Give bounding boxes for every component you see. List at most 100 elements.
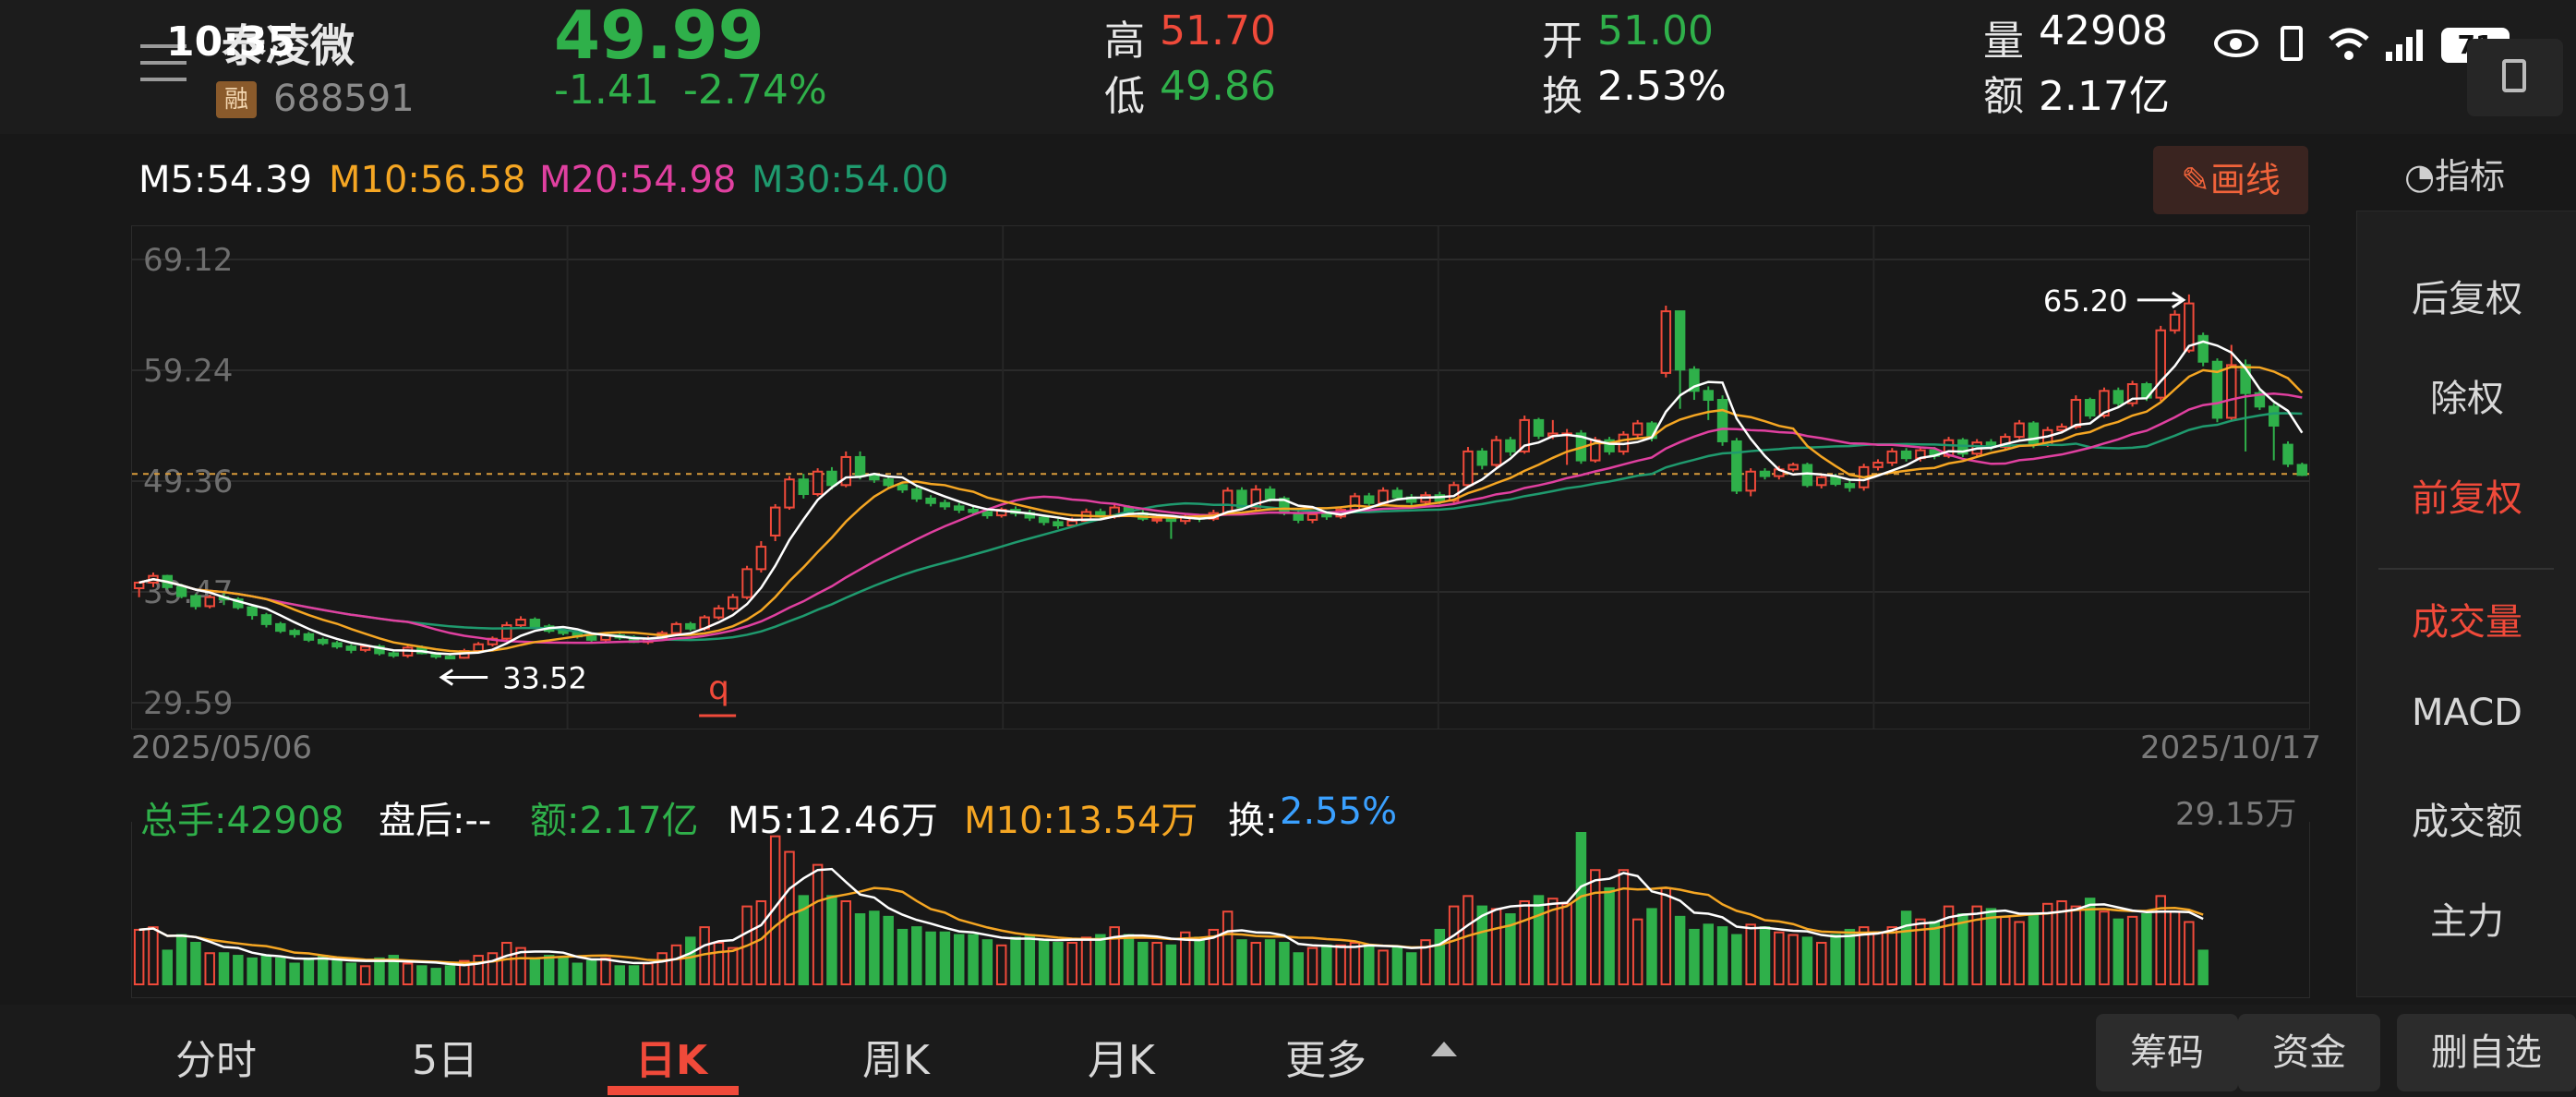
- candle-body: [1886, 450, 1898, 464]
- candle-body: [247, 606, 258, 617]
- volume-bar: [1405, 952, 1417, 985]
- volume-bar: [1264, 939, 1276, 986]
- stock-header: 10:35 泰凌微 融 688591 49.99 -1.41 -2.74% 高 …: [0, 0, 2576, 134]
- panel-item-6[interactable]: 主力: [2357, 891, 2576, 945]
- candle-body: [1463, 450, 1474, 487]
- candle-body: [303, 633, 315, 641]
- volume-bar: [670, 944, 682, 985]
- current-price: 49.99: [554, 0, 764, 74]
- candle-body: [2113, 390, 2125, 404]
- volume-bar: [487, 952, 499, 985]
- volume-bar: [1250, 941, 1262, 985]
- volume-bar: [1194, 936, 1205, 985]
- volume-bar: [260, 955, 272, 986]
- panel-item-1[interactable]: 除权: [2357, 368, 2576, 422]
- min-price-label: 33.52: [502, 661, 587, 696]
- volume-bar: [1759, 926, 1771, 985]
- candle-body: [190, 595, 201, 608]
- tab-1[interactable]: 5日: [412, 1027, 478, 1086]
- candle-body: [1306, 512, 1318, 521]
- active-tab-underline: [608, 1086, 739, 1095]
- tab-2[interactable]: 日K: [635, 1027, 707, 1086]
- candle-body: [1222, 489, 1234, 514]
- volume-bar: [374, 957, 385, 986]
- volume-bar: [1066, 941, 1077, 985]
- panel-item-0[interactable]: 后复权: [2357, 269, 2576, 322]
- volume-bar: [416, 965, 427, 985]
- volume-bar: [2197, 949, 2209, 985]
- volume-bar: [501, 941, 512, 985]
- candle-body: [444, 656, 456, 660]
- candle-body: [1674, 310, 1686, 371]
- volume-bar: [1788, 934, 1799, 985]
- volume-bar: [1745, 923, 1756, 985]
- volume-bar: [558, 957, 569, 986]
- volume-bar: [1349, 941, 1361, 985]
- candle-body: [1533, 418, 1545, 437]
- volume-bar: [995, 944, 1007, 985]
- candle-body: [260, 614, 272, 625]
- candle-body: [515, 619, 526, 627]
- delete-watchlist-button[interactable]: 删自选: [2397, 1014, 2576, 1091]
- tab-4[interactable]: 月K: [1088, 1027, 1155, 1086]
- funds-button[interactable]: 资金: [2238, 1014, 2380, 1091]
- volume-bar: [911, 926, 922, 985]
- margin-badge: 融: [216, 81, 257, 118]
- candle-body: [1801, 464, 1813, 487]
- volume-bar: [2084, 898, 2096, 985]
- candle-body: [2226, 364, 2237, 419]
- panel-item-5[interactable]: 成交额: [2357, 791, 2576, 845]
- ma20-label: M20:54.98: [539, 159, 737, 201]
- kline-chart[interactable]: 69.12 59.24 49.36 39.47 29.59 65.20 33.52 q: [131, 225, 2310, 729]
- draw-line-button[interactable]: ✎画线: [2153, 146, 2308, 214]
- tab-0[interactable]: 分时: [175, 1027, 257, 1086]
- share-icon[interactable]: [2467, 39, 2563, 116]
- panel-item-4[interactable]: MACD: [2357, 692, 2576, 734]
- volume-bar: [968, 934, 979, 985]
- volume-chart[interactable]: [131, 822, 2310, 998]
- volume-bar: [148, 926, 159, 985]
- candle-body: [854, 455, 866, 477]
- volume-bar: [854, 913, 866, 985]
- tab-3[interactable]: 周K: [862, 1027, 930, 1086]
- volume-bar: [1434, 928, 1446, 986]
- volume-bar: [1364, 944, 1375, 985]
- candle-body: [1391, 489, 1403, 499]
- candle-body: [1731, 440, 1742, 492]
- volume-bar: [1378, 949, 1389, 985]
- more-chevron-icon[interactable]: [1431, 1042, 1457, 1056]
- panel-item-2[interactable]: 前复权: [2357, 468, 2576, 522]
- candle-body: [784, 478, 795, 509]
- volume-bar: [1674, 915, 1686, 985]
- volume-bar: [1038, 939, 1050, 986]
- candle-body: [883, 478, 894, 487]
- y-tick-label: 59.24: [143, 353, 233, 390]
- volume-bar: [345, 962, 357, 985]
- tab-5[interactable]: 更多: [1285, 1027, 1366, 1086]
- candle-body: [1830, 476, 1841, 486]
- candle-body: [968, 509, 979, 513]
- volume-bar: [162, 949, 174, 985]
- volume-bar: [1872, 931, 1884, 985]
- volume-bar: [1236, 939, 1247, 986]
- volume-bar: [1604, 886, 1615, 985]
- volume-bar: [2000, 915, 2011, 985]
- candle-body: [713, 607, 725, 619]
- volume-bar: [1929, 921, 1940, 985]
- volume-bar: [614, 965, 625, 985]
- volume-bar: [1053, 941, 1064, 985]
- panel-item-3[interactable]: 成交量: [2357, 592, 2576, 645]
- candle-body: [1490, 439, 1502, 466]
- volume-bar: [289, 962, 300, 985]
- volume-bar: [1448, 905, 1460, 985]
- low-value: 49.86: [1160, 63, 1276, 110]
- chips-button[interactable]: 筹码: [2096, 1014, 2238, 1091]
- price-change-pct: -2.74%: [683, 66, 827, 114]
- candle-body: [133, 581, 145, 590]
- stock-code: 688591: [273, 78, 415, 120]
- volume-bar: [1151, 941, 1162, 985]
- end-date: 2025/10/17: [2140, 729, 2321, 766]
- volume-bar: [430, 968, 441, 985]
- indicator-button[interactable]: ◔指标: [2404, 148, 2505, 199]
- candle-body: [769, 506, 781, 536]
